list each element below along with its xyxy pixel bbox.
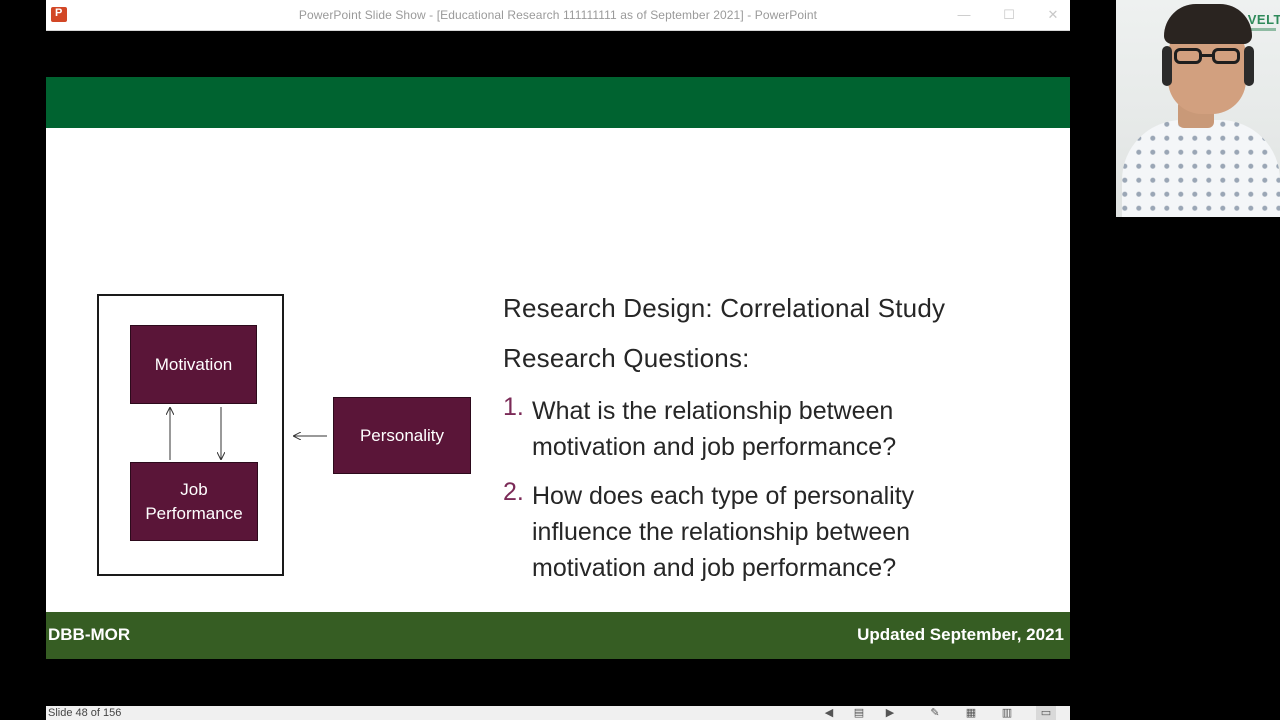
motivation-label: Motivation <box>154 354 233 374</box>
background-logo-text: VELT <box>1247 12 1280 27</box>
window-title-bar: PowerPoint Slide Show - [Educational Res… <box>46 0 1070 31</box>
slide-sorter-icon[interactable]: ▦ <box>964 706 978 720</box>
personality-box: Personality <box>333 397 471 474</box>
webcam-video: VELT <box>1116 0 1280 217</box>
motivation-box: Motivation <box>130 325 257 404</box>
research-design-line: Research Design: Correlational Study <box>503 293 946 323</box>
question-text: How does each type of personality influe… <box>532 482 915 582</box>
presenter-shirt <box>1122 120 1280 217</box>
personality-label: Personality <box>359 425 445 445</box>
minimize-button[interactable]: — <box>949 5 979 25</box>
slideshow-view-icon[interactable]: ▭ <box>1036 706 1056 720</box>
footer-right-text: Updated September, 2021 <box>857 625 1064 644</box>
job-performance-label-line2: Performance <box>145 503 243 523</box>
reading-view-icon[interactable]: ▥ <box>1000 706 1014 720</box>
annotation-pen-icon[interactable]: ✎ <box>928 706 942 720</box>
presenter-glasses <box>1174 48 1242 66</box>
slide-canvas[interactable]: Motivation Job Performance Personality R… <box>46 77 1070 659</box>
job-performance-label: Job Performance <box>145 478 242 526</box>
headset-right <box>1244 46 1254 86</box>
footer-left-text: DBB-MOR <box>48 625 131 644</box>
research-questions-heading: Research Questions: <box>503 343 750 373</box>
maximize-button[interactable]: ☐ <box>994 5 1024 25</box>
slide-header-bar <box>46 77 1070 128</box>
question-number: 2. <box>503 478 524 506</box>
glasses-lens-left <box>1174 48 1202 64</box>
glasses-lens-right <box>1212 48 1240 64</box>
job-performance-box: Job Performance <box>130 462 258 541</box>
question-number: 1. <box>503 393 524 421</box>
next-slide-icon[interactable]: ▶ <box>883 706 897 720</box>
job-performance-label-line1: Job <box>180 479 208 499</box>
close-button[interactable]: ✕ <box>1038 5 1068 25</box>
window-title: PowerPoint Slide Show - [Educational Res… <box>298 8 818 22</box>
slide-footer-bar: DBB-MOR Updated September, 2021 <box>46 612 1070 659</box>
question-text: What is the relationship between motivat… <box>532 397 897 461</box>
notes-icon[interactable]: ▤ <box>852 706 866 720</box>
headset-left <box>1162 46 1172 86</box>
previous-slide-icon[interactable]: ◀ <box>822 706 836 720</box>
slide-counter: Slide 48 of 156 <box>48 707 122 719</box>
slideshow-status-bar: Slide 48 of 156 ◀ ▤ ▶ ✎ ▦ ▥ ▭ <box>46 706 1070 720</box>
presenter-hair <box>1164 4 1252 44</box>
